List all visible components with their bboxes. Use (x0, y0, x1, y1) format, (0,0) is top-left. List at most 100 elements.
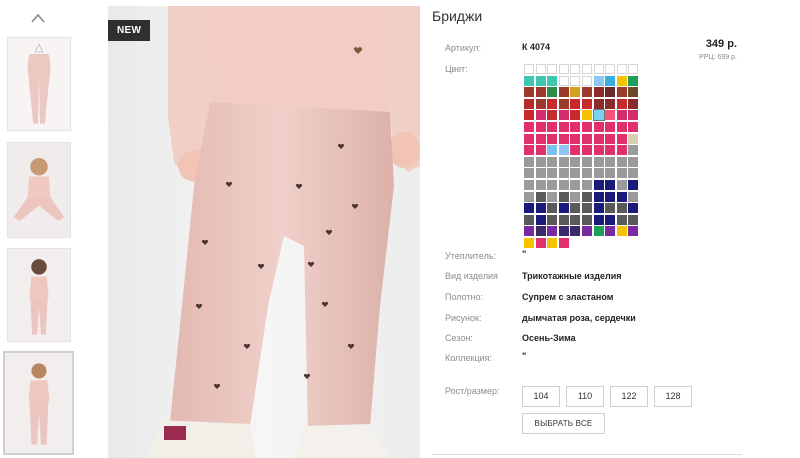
color-swatch[interactable] (594, 134, 604, 144)
color-swatch[interactable] (536, 157, 546, 167)
color-swatch[interactable] (628, 180, 638, 190)
color-swatch[interactable] (536, 168, 546, 178)
color-swatch[interactable] (559, 215, 569, 225)
color-swatch[interactable] (628, 226, 638, 236)
color-swatch[interactable] (628, 134, 638, 144)
chevron-up-icon[interactable] (30, 12, 46, 24)
color-swatch[interactable] (594, 168, 604, 178)
color-swatch[interactable] (594, 192, 604, 202)
color-swatch[interactable] (605, 110, 615, 120)
color-swatch[interactable] (547, 145, 557, 155)
color-swatch[interactable] (570, 134, 580, 144)
color-swatch[interactable] (582, 110, 592, 120)
color-swatch[interactable] (559, 99, 569, 109)
color-swatch[interactable] (617, 168, 627, 178)
color-swatch[interactable] (628, 76, 638, 86)
color-swatch[interactable] (547, 203, 557, 213)
color-swatch[interactable] (524, 192, 534, 202)
color-swatch[interactable] (582, 168, 592, 178)
color-swatch[interactable] (594, 215, 604, 225)
color-swatch[interactable] (536, 99, 546, 109)
color-swatch[interactable] (628, 87, 638, 97)
color-swatch[interactable] (605, 87, 615, 97)
color-swatch[interactable] (559, 157, 569, 167)
color-swatch[interactable] (559, 226, 569, 236)
color-swatch[interactable] (570, 99, 580, 109)
color-swatch[interactable] (617, 87, 627, 97)
color-swatch[interactable] (547, 180, 557, 190)
color-swatch[interactable] (570, 226, 580, 236)
color-swatch[interactable] (605, 145, 615, 155)
color-swatch[interactable] (617, 215, 627, 225)
color-swatch[interactable] (559, 64, 569, 74)
color-swatch[interactable] (582, 180, 592, 190)
color-swatch[interactable] (570, 192, 580, 202)
color-swatch[interactable] (547, 64, 557, 74)
color-swatch[interactable] (617, 64, 627, 74)
color-swatch[interactable] (559, 87, 569, 97)
color-swatch[interactable] (582, 157, 592, 167)
color-swatch[interactable] (570, 76, 580, 86)
color-swatch[interactable] (547, 226, 557, 236)
color-swatch[interactable] (524, 99, 534, 109)
color-swatch[interactable] (605, 226, 615, 236)
color-swatch[interactable] (547, 110, 557, 120)
color-swatch[interactable] (547, 157, 557, 167)
color-swatch[interactable] (605, 168, 615, 178)
size-option-128[interactable]: 128 (654, 386, 692, 407)
color-swatch[interactable] (524, 238, 534, 248)
color-swatch[interactable] (559, 122, 569, 132)
color-swatch[interactable] (628, 157, 638, 167)
color-swatch[interactable] (628, 99, 638, 109)
color-swatch[interactable] (536, 145, 546, 155)
color-swatch[interactable] (605, 203, 615, 213)
color-swatch[interactable] (605, 64, 615, 74)
color-swatch[interactable] (536, 226, 546, 236)
color-swatch[interactable] (547, 238, 557, 248)
color-swatch[interactable] (570, 157, 580, 167)
color-swatch[interactable] (617, 145, 627, 155)
color-swatch[interactable] (524, 180, 534, 190)
color-swatch[interactable] (547, 215, 557, 225)
color-swatch[interactable] (536, 215, 546, 225)
color-swatch[interactable] (570, 145, 580, 155)
size-option-110[interactable]: 110 (566, 386, 604, 407)
color-swatch[interactable] (628, 203, 638, 213)
color-swatch[interactable] (524, 134, 534, 144)
color-swatch[interactable] (605, 134, 615, 144)
color-swatch[interactable] (570, 64, 580, 74)
color-swatch[interactable] (524, 215, 534, 225)
color-swatch[interactable] (547, 99, 557, 109)
color-swatch[interactable] (617, 157, 627, 167)
color-swatch[interactable] (559, 203, 569, 213)
color-swatch[interactable] (582, 76, 592, 86)
color-swatch[interactable] (547, 87, 557, 97)
size-option-104[interactable]: 104 (522, 386, 560, 407)
color-swatch[interactable] (559, 192, 569, 202)
color-swatch[interactable] (605, 180, 615, 190)
color-swatch[interactable] (628, 64, 638, 74)
color-swatch[interactable] (536, 192, 546, 202)
color-swatch[interactable] (628, 122, 638, 132)
color-swatch[interactable] (628, 168, 638, 178)
thumbnail-1[interactable] (7, 37, 71, 131)
color-swatch[interactable] (628, 110, 638, 120)
color-swatch[interactable] (524, 203, 534, 213)
color-swatch[interactable] (536, 134, 546, 144)
color-swatch[interactable] (547, 122, 557, 132)
color-swatch[interactable] (605, 122, 615, 132)
color-swatch[interactable] (547, 76, 557, 86)
size-option-122[interactable]: 122 (610, 386, 648, 407)
thumbnail-2[interactable] (7, 142, 71, 238)
color-swatch[interactable] (605, 192, 615, 202)
color-swatch[interactable] (559, 110, 569, 120)
color-swatch[interactable] (570, 122, 580, 132)
color-swatch[interactable] (594, 180, 604, 190)
color-swatch[interactable] (593, 109, 605, 121)
color-swatch[interactable] (617, 226, 627, 236)
color-swatch[interactable] (524, 157, 534, 167)
color-swatch[interactable] (617, 203, 627, 213)
color-swatch[interactable] (594, 226, 604, 236)
color-swatch[interactable] (524, 87, 534, 97)
color-swatch[interactable] (524, 110, 534, 120)
